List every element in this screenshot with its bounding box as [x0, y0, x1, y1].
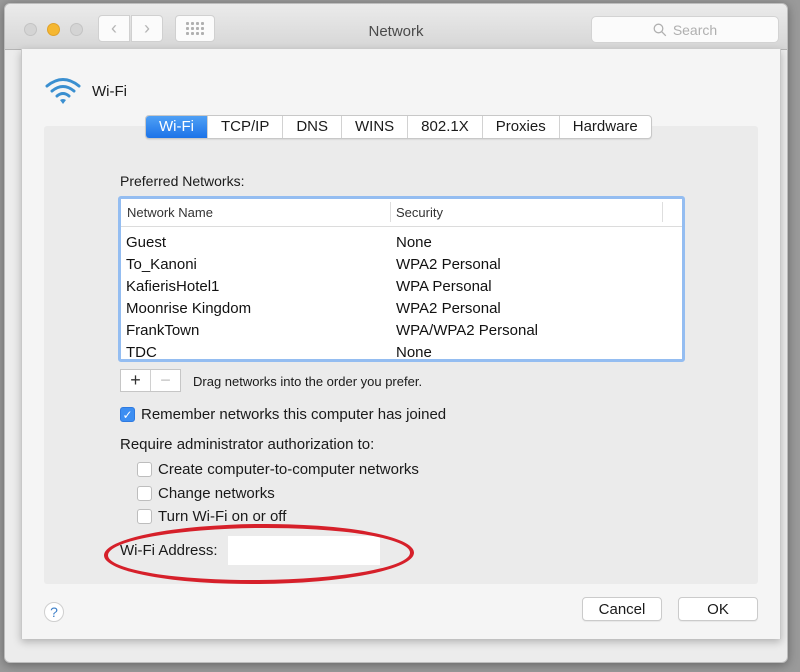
- table-row[interactable]: FrankTown WPA/WPA2 Personal: [121, 320, 682, 342]
- system-preferences-window: ‹ › Network Search Wi-Fi Wi-Fi TCP/IP DN…: [4, 3, 788, 663]
- plus-icon: +: [130, 370, 141, 390]
- interface-name: Wi-Fi: [92, 82, 127, 100]
- network-security: None: [396, 344, 432, 361]
- column-divider[interactable]: [662, 202, 663, 222]
- network-security: None: [396, 234, 432, 251]
- table-row[interactable]: To_Kanoni WPA2 Personal: [121, 254, 682, 276]
- wifi-icon: [45, 78, 81, 104]
- drag-hint-text: Drag networks into the order you prefer.: [193, 374, 423, 389]
- table-row[interactable]: KafierisHotel1 WPA Personal: [121, 276, 682, 298]
- checkbox-box: [137, 486, 152, 501]
- column-divider[interactable]: [390, 202, 391, 222]
- network-name: KafierisHotel1: [126, 278, 220, 295]
- add-network-button[interactable]: +: [121, 370, 151, 391]
- search-field[interactable]: Search: [591, 16, 779, 43]
- help-button[interactable]: ?: [44, 602, 64, 622]
- tab-wins[interactable]: WINS: [341, 116, 407, 138]
- network-name: Moonrise Kingdom: [126, 300, 252, 317]
- search-icon: [653, 23, 667, 36]
- network-security: WPA2 Personal: [396, 256, 501, 273]
- toggle-wifi-label: Turn Wi-Fi on or off: [158, 508, 287, 525]
- create-networks-checkbox[interactable]: Create computer-to-computer networks: [137, 461, 419, 478]
- network-name: TDC: [126, 344, 157, 361]
- add-remove-control: + −: [120, 369, 181, 392]
- tab-proxies[interactable]: Proxies: [481, 116, 559, 138]
- cancel-button[interactable]: Cancel: [582, 597, 662, 621]
- tab-hardware[interactable]: Hardware: [558, 116, 651, 138]
- network-name: Guest: [126, 234, 167, 251]
- table-header: Network Name Security: [121, 199, 682, 227]
- ok-button[interactable]: OK: [678, 597, 758, 621]
- require-admin-label: Require administrator authorization to:: [120, 436, 375, 453]
- table-body: Guest None To_Kanoni WPA2 Personal Kafie…: [121, 232, 682, 361]
- interface-header: Wi-Fi: [44, 76, 127, 106]
- change-networks-checkbox[interactable]: Change networks: [137, 485, 275, 502]
- checkmark-icon: ✓: [120, 407, 135, 422]
- preferred-networks-label: Preferred Networks:: [120, 173, 245, 189]
- minus-icon: −: [160, 370, 171, 390]
- table-row[interactable]: Moonrise Kingdom WPA2 Personal: [121, 298, 682, 320]
- table-row[interactable]: Guest None: [121, 232, 682, 254]
- tab-bar: Wi-Fi TCP/IP DNS WINS 802.1X Proxies Har…: [145, 115, 652, 139]
- network-security: WPA Personal: [396, 278, 492, 295]
- remember-networks-label: Remember networks this computer has join…: [141, 406, 447, 423]
- network-security: WPA2 Personal: [396, 300, 501, 317]
- tab-8021x[interactable]: 802.1X: [407, 116, 482, 138]
- preferred-networks-table[interactable]: Network Name Security Guest None To_Kano…: [118, 196, 685, 362]
- title-bar: ‹ › Network Search: [5, 4, 787, 50]
- tab-dns[interactable]: DNS: [282, 116, 341, 138]
- column-header-security[interactable]: Security: [396, 205, 443, 220]
- wifi-advanced-sheet: Wi-Fi Wi-Fi TCP/IP DNS WINS 802.1X Proxi…: [21, 49, 781, 639]
- network-security: WPA/WPA2 Personal: [396, 322, 538, 339]
- create-networks-label: Create computer-to-computer networks: [158, 461, 419, 478]
- remove-network-button[interactable]: −: [151, 370, 180, 391]
- network-name: FrankTown: [126, 322, 200, 339]
- toggle-wifi-checkbox[interactable]: Turn Wi-Fi on or off: [137, 508, 286, 525]
- tab-wifi[interactable]: Wi-Fi: [146, 116, 207, 138]
- checkbox-box: [137, 509, 152, 524]
- search-placeholder: Search: [672, 21, 718, 38]
- network-name: To_Kanoni: [126, 256, 197, 273]
- checkbox-box: [137, 462, 152, 477]
- tab-tcpip[interactable]: TCP/IP: [206, 116, 282, 138]
- table-row[interactable]: TDC None: [121, 342, 682, 361]
- remember-networks-checkbox[interactable]: ✓ Remember networks this computer has jo…: [120, 406, 446, 423]
- change-networks-label: Change networks: [158, 485, 275, 502]
- column-header-network-name[interactable]: Network Name: [127, 205, 213, 220]
- question-mark-icon: ?: [50, 604, 58, 620]
